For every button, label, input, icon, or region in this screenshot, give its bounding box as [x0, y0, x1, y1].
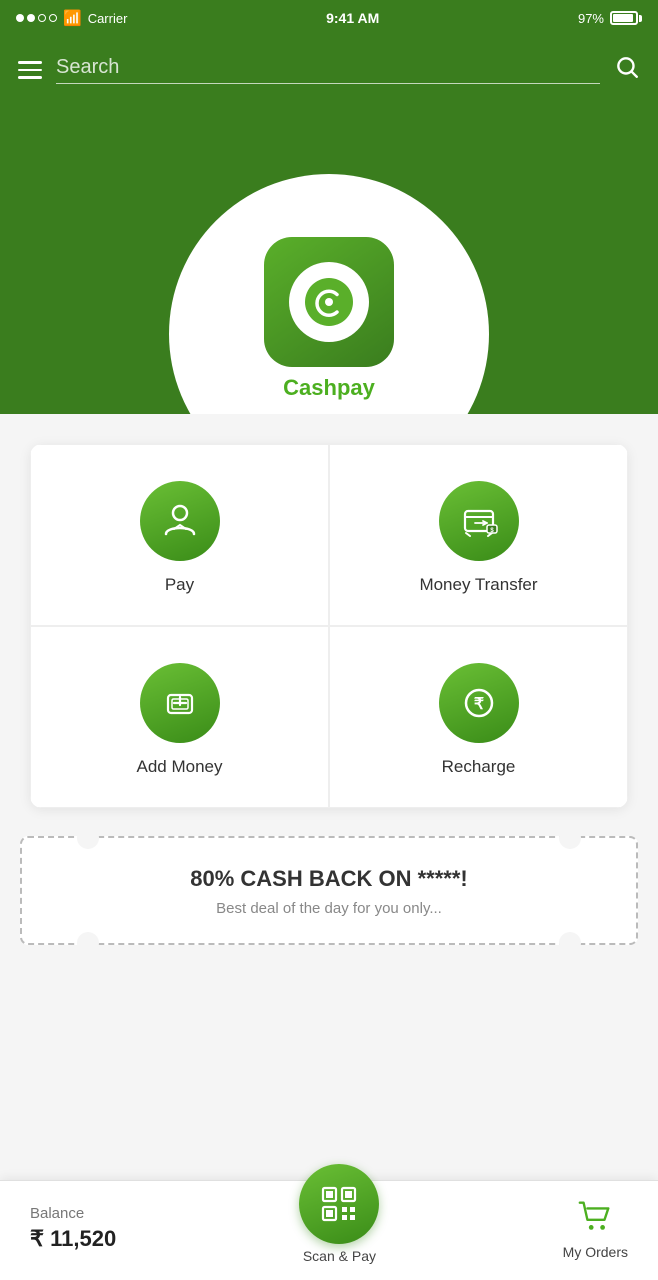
promo-corner-tr — [559, 827, 581, 849]
search-input[interactable] — [56, 56, 600, 79]
balance-label: Balance — [30, 1205, 116, 1222]
signal-dots — [16, 14, 57, 22]
scan-circle — [299, 1164, 379, 1244]
svg-text:₹: ₹ — [473, 696, 483, 713]
hamburger-menu-button[interactable] — [18, 61, 42, 79]
recharge-button[interactable]: ₹ Recharge — [329, 626, 628, 808]
search-button[interactable] — [614, 54, 640, 86]
wifi-icon: 📶 — [63, 9, 82, 27]
balance-amount: ₹ 11,520 — [30, 1226, 116, 1252]
promo-corner-br — [559, 932, 581, 954]
search-icon — [614, 54, 640, 80]
add-money-label: Add Money — [137, 757, 223, 777]
carrier-label: Carrier — [88, 11, 128, 26]
add-money-icon — [160, 683, 200, 723]
recharge-icon-circle: ₹ — [439, 663, 519, 743]
recharge-label: Recharge — [442, 757, 516, 777]
pay-button[interactable]: Pay — [30, 444, 329, 626]
money-transfer-icon-circle: $ — [439, 481, 519, 561]
shopping-cart-icon — [576, 1197, 614, 1235]
signal-dot-1 — [16, 14, 24, 22]
scan-pay-label: Scan & Pay — [303, 1248, 376, 1264]
promo-banner[interactable]: 80% CASH BACK ON *****! Best deal of the… — [20, 836, 638, 945]
pay-icon — [160, 501, 200, 541]
hero-section: Cashpay — [0, 104, 658, 414]
my-orders-label: My Orders — [563, 1244, 628, 1260]
app-name-label: Cashpay — [283, 375, 375, 401]
signal-dot-3 — [38, 14, 46, 22]
pay-label: Pay — [165, 575, 194, 595]
status-right: 97% — [578, 11, 642, 26]
search-bar — [0, 36, 658, 104]
grid-row-2: Add Money ₹ Recharge — [30, 626, 628, 808]
add-money-icon-circle — [140, 663, 220, 743]
status-bar: 📶 Carrier 9:41 AM 97% — [0, 0, 658, 36]
bottom-bar: Balance ₹ 11,520 Scan & Pay — [0, 1180, 658, 1280]
status-left: 📶 Carrier — [16, 9, 127, 27]
search-input-wrapper — [56, 56, 600, 84]
hamburger-line-3 — [18, 76, 42, 79]
battery-icon — [610, 11, 642, 25]
promo-corner-bl — [77, 932, 99, 954]
services-grid: Pay $ Money Transfer — [30, 444, 628, 808]
cashpay-logo-icon — [303, 276, 355, 328]
promo-corner-tl — [77, 827, 99, 849]
cart-icon — [576, 1197, 614, 1240]
app-logo-inner — [289, 262, 369, 342]
add-money-button[interactable]: Add Money — [30, 626, 329, 808]
money-transfer-button[interactable]: $ Money Transfer — [329, 444, 628, 626]
my-orders-button[interactable]: My Orders — [563, 1197, 628, 1260]
signal-dot-4 — [49, 14, 57, 22]
balance-section: Balance ₹ 11,520 — [30, 1205, 116, 1252]
grid-row-1: Pay $ Money Transfer — [30, 444, 628, 626]
battery-percent: 97% — [578, 11, 604, 26]
app-logo-box — [264, 237, 394, 367]
promo-subtitle: Best deal of the day for you only... — [42, 900, 616, 917]
signal-dot-2 — [27, 14, 35, 22]
hero-circle: Cashpay — [169, 174, 489, 414]
scan-pay-button[interactable]: Scan & Pay — [299, 1194, 379, 1264]
money-transfer-label: Money Transfer — [419, 575, 537, 595]
promo-title: 80% CASH BACK ON *****! — [42, 866, 616, 892]
hamburger-line-1 — [18, 61, 42, 64]
money-transfer-icon: $ — [459, 501, 499, 541]
time-label: 9:41 AM — [326, 10, 379, 26]
hamburger-line-2 — [18, 69, 42, 72]
recharge-icon: ₹ — [459, 683, 499, 723]
qr-code-icon — [317, 1182, 361, 1226]
pay-icon-circle — [140, 481, 220, 561]
